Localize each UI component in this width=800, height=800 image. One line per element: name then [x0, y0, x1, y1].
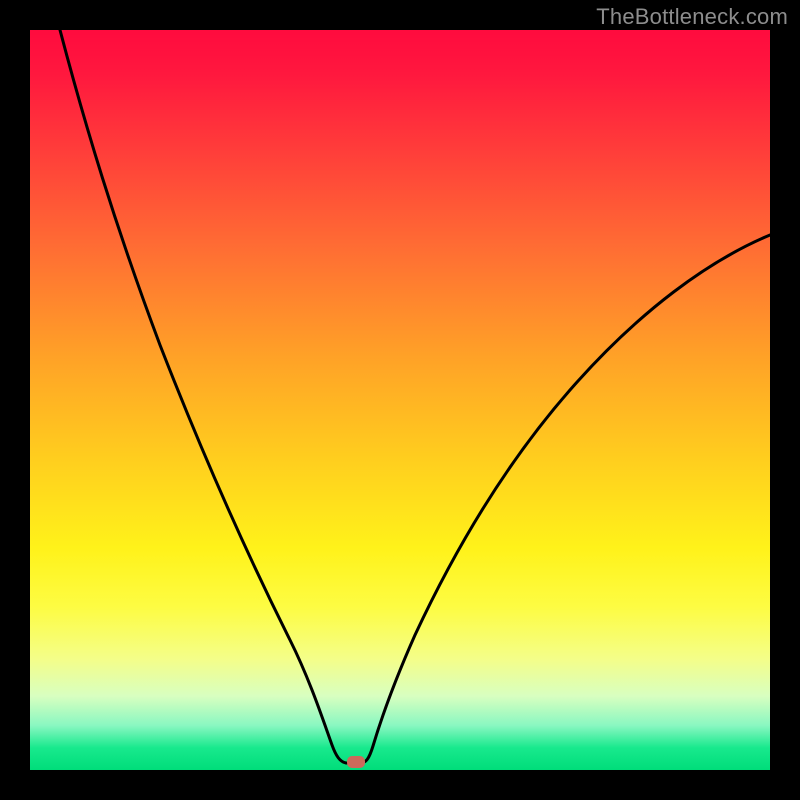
plot-area	[30, 30, 770, 770]
chart-frame: TheBottleneck.com	[0, 0, 800, 800]
watermark-text: TheBottleneck.com	[596, 4, 788, 30]
bottleneck-curve-path	[60, 30, 770, 763]
bottleneck-marker	[347, 756, 365, 768]
curve-svg	[30, 30, 770, 770]
